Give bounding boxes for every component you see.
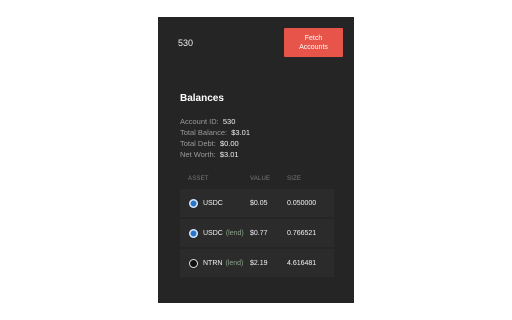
fetch-accounts-button[interactable]: Fetch Accounts bbox=[284, 28, 343, 57]
summary-label: Total Debt: bbox=[180, 139, 216, 148]
asset-cell: USDC (lend) bbox=[180, 228, 250, 238]
header-account-id: 530 bbox=[178, 38, 194, 48]
table-row[interactable]: USDC $0.05 0.050000 bbox=[180, 189, 334, 217]
summary-value: $3.01 bbox=[219, 150, 239, 159]
balances-table: ASSET VALUE SIZE USDC $0.05 0.050000 USD… bbox=[180, 170, 334, 277]
account-panel: 530 Fetch Accounts Balances Account ID: … bbox=[158, 17, 354, 303]
asset-tag: (lend) bbox=[225, 259, 244, 267]
summary-net-worth: Net Worth: $3.01 bbox=[180, 149, 250, 160]
balances-title: Balances bbox=[180, 93, 224, 104]
asset-tag: (lend) bbox=[225, 229, 244, 237]
balances-summary: Account ID: 530 Total Balance: $3.01 Tot… bbox=[180, 116, 250, 160]
fetch-accounts-label: Fetch Accounts bbox=[299, 34, 328, 51]
summary-label: Account ID: bbox=[180, 117, 219, 126]
ntrn-icon bbox=[189, 258, 198, 268]
column-header-size[interactable]: SIZE bbox=[287, 176, 334, 182]
size-cell: 0.050000 bbox=[287, 199, 317, 207]
column-header-asset[interactable]: ASSET bbox=[180, 176, 250, 182]
value-cell: $2.19 bbox=[250, 259, 268, 267]
asset-name: NTRN bbox=[203, 259, 223, 267]
summary-label: Total Balance: bbox=[180, 128, 228, 137]
size-cell: 4.616481 bbox=[287, 259, 317, 267]
value-cell: $0.77 bbox=[250, 229, 268, 237]
asset-name: USDC bbox=[203, 199, 223, 207]
asset-cell: USDC bbox=[180, 198, 250, 208]
table-header: ASSET VALUE SIZE bbox=[180, 170, 334, 187]
value-cell: $0.05 bbox=[250, 199, 268, 207]
asset-cell: NTRN (lend) bbox=[180, 258, 250, 268]
column-header-value[interactable]: VALUE bbox=[250, 176, 287, 182]
summary-total-debt: Total Debt: $0.00 bbox=[180, 138, 250, 149]
asset-name: USDC bbox=[203, 229, 223, 237]
summary-value: $0.00 bbox=[219, 139, 239, 148]
summary-label: Net Worth: bbox=[180, 150, 216, 159]
table-row[interactable]: NTRN (lend) $2.19 4.616481 bbox=[180, 249, 334, 277]
summary-value: $3.01 bbox=[231, 128, 250, 137]
size-cell: 0.766521 bbox=[287, 229, 317, 237]
table-row[interactable]: USDC (lend) $0.77 0.766521 bbox=[180, 219, 334, 247]
summary-account-id: Account ID: 530 bbox=[180, 116, 250, 127]
summary-value: 530 bbox=[222, 117, 236, 126]
usdc-icon bbox=[189, 198, 198, 208]
usdc-icon bbox=[189, 228, 198, 238]
summary-total-balance: Total Balance: $3.01 bbox=[180, 127, 250, 138]
